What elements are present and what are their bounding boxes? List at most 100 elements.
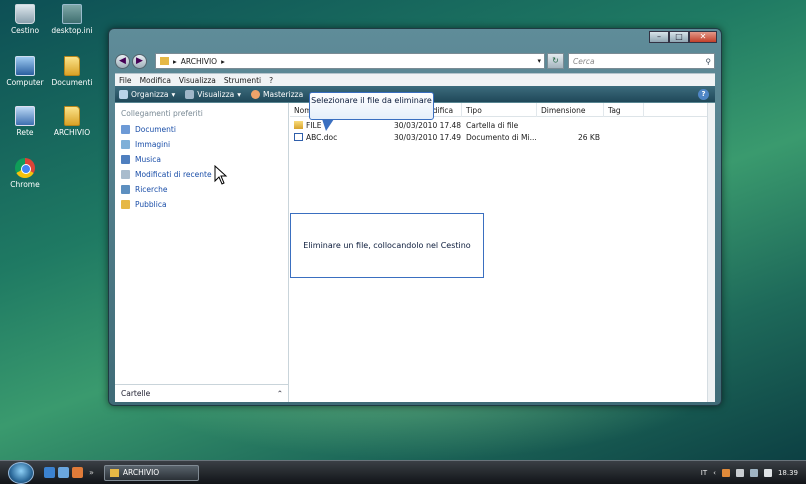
show-desktop-icon[interactable] [58, 467, 69, 478]
quick-launch [44, 467, 86, 478]
folder-icon [64, 106, 80, 126]
search-icon[interactable]: ⚲ [706, 57, 712, 66]
address-separator: ▸ [173, 56, 177, 66]
search-input[interactable]: Cerca ⚲ [568, 53, 715, 69]
tray-app-icon[interactable] [735, 468, 744, 477]
address-segment-archivio[interactable]: ARCHIVIO [181, 57, 217, 66]
start-button[interactable] [8, 461, 34, 484]
address-bar[interactable]: ▸ ARCHIVIO ▸ ▾ [155, 53, 545, 69]
navigation-pane: Collegamenti preferiti Documenti Immagin… [115, 103, 289, 402]
address-segment-chevron[interactable]: ▸ [221, 57, 225, 66]
documents-icon [121, 125, 130, 134]
quick-launch-more[interactable]: » [89, 468, 94, 477]
nav-item-label: Documenti [135, 125, 176, 134]
file-name: ABC.doc [306, 132, 338, 142]
organize-label: Organizza [131, 89, 169, 99]
forward-button[interactable]: ▶ [132, 53, 147, 69]
volume-icon[interactable] [763, 468, 772, 477]
column-header-tag[interactable]: Tag [604, 103, 644, 117]
desktop-icon-desktop-ini[interactable]: desktop.ini [47, 4, 97, 35]
chevron-down-icon: ▾ [171, 89, 176, 99]
chevron-down-icon[interactable]: ▾ [537, 57, 541, 65]
network-tray-icon[interactable] [749, 468, 758, 477]
network-icon [15, 106, 35, 126]
menu-modifica[interactable]: Modifica [140, 76, 171, 85]
views-button[interactable]: Visualizza ▾ [185, 89, 242, 99]
desktop-icon-documenti[interactable]: Documenti [47, 56, 97, 87]
nav-item-label: Modificati di recente [135, 170, 212, 179]
media-player-icon[interactable] [72, 467, 83, 478]
column-header-size[interactable]: Dimensione [537, 103, 604, 117]
folder-icon [294, 120, 303, 129]
music-icon [121, 155, 130, 164]
file-date: 30/03/2010 17.48 [394, 120, 462, 130]
file-name-cell: FILE [290, 120, 390, 130]
system-tray: IT ‹ 18.39 [695, 468, 806, 477]
tray-expand-icon[interactable]: ‹ [713, 469, 716, 477]
nav-item-musica[interactable]: Musica [115, 152, 288, 167]
desktop-icon-label: Rete [16, 128, 34, 137]
menu-bar: File Modifica Visualizza Strumenti ? [115, 73, 715, 86]
organize-icon [119, 89, 128, 99]
menu-strumenti[interactable]: Strumenti [224, 76, 261, 85]
chevron-down-icon: ▾ [237, 89, 242, 99]
help-icon[interactable]: ? [698, 88, 709, 100]
desktop-icon-label: Documenti [51, 78, 93, 87]
computer-icon [15, 56, 35, 76]
close-button[interactable]: ✕ [689, 31, 717, 43]
desktop-icon-rete[interactable]: Rete [0, 106, 50, 137]
file-row[interactable]: FILE 30/03/2010 17.48 Cartella di file [290, 119, 707, 131]
nav-item-label: Immagini [135, 140, 171, 149]
nav-item-ricerche[interactable]: Ricerche [115, 182, 288, 197]
desktop-icon-label: Cestino [10, 26, 40, 35]
folders-label: Cartelle [121, 389, 151, 398]
tray-app-icon[interactable] [721, 468, 730, 477]
desktop-icon-chrome[interactable]: Chrome [0, 158, 50, 189]
file-row[interactable]: ABC.doc 30/03/2010 17.49 Documento di Mi… [290, 131, 707, 143]
recycle-bin-icon [15, 4, 35, 24]
refresh-button[interactable]: ↻ [547, 53, 564, 69]
desktop-icon-computer[interactable]: Computer [0, 56, 50, 87]
refresh-icon: ↻ [552, 56, 559, 65]
menu-file[interactable]: File [119, 76, 132, 85]
pictures-icon [121, 140, 130, 149]
clock[interactable]: 18.39 [778, 469, 798, 477]
taskbar-item-label: ARCHIVIO [122, 468, 160, 477]
nav-item-pubblica[interactable]: Pubblica [115, 197, 288, 212]
vertical-scrollbar[interactable] [707, 103, 715, 402]
desktop-icon-label: ARCHIVIO [53, 128, 91, 137]
chrome-icon [15, 158, 35, 178]
views-label: Visualizza [197, 89, 235, 99]
tooltip-pointer [322, 119, 334, 131]
maximize-button[interactable]: □ [669, 31, 689, 43]
back-button[interactable]: ◀ [115, 53, 130, 69]
search-placeholder: Cerca [573, 56, 595, 66]
language-indicator[interactable]: IT [701, 469, 707, 477]
mouse-cursor-icon [214, 165, 228, 185]
views-icon [185, 89, 195, 99]
tutorial-callout: Eliminare un file, collocandolo nel Cest… [290, 213, 484, 278]
menu-visualizza[interactable]: Visualizza [179, 76, 216, 85]
minimize-button[interactable]: – [649, 31, 669, 43]
file-name: FILE [306, 120, 322, 130]
folder-icon [64, 56, 80, 76]
taskbar-item-archivio[interactable]: ARCHIVIO [103, 464, 199, 481]
internet-explorer-icon[interactable] [44, 467, 55, 478]
nav-item-documenti[interactable]: Documenti [115, 122, 288, 137]
file-date: 30/03/2010 17.49 [394, 132, 462, 142]
folder-icon [160, 57, 169, 65]
desktop-icon-cestino[interactable]: Cestino [0, 4, 50, 35]
nav-item-immagini[interactable]: Immagini [115, 137, 288, 152]
nav-item-modificati-di-recente[interactable]: Modificati di recente [115, 167, 288, 182]
organize-button[interactable]: Organizza ▾ [119, 89, 176, 99]
searches-icon [121, 185, 130, 194]
burn-button[interactable]: Masterizza [251, 89, 304, 99]
column-header-type[interactable]: Tipo [462, 103, 537, 117]
nav-item-label: Pubblica [135, 200, 167, 209]
desktop-icon-archivio[interactable]: ARCHIVIO [47, 106, 97, 137]
folders-toggle[interactable]: Cartelle ⌃ [115, 384, 289, 402]
recent-icon [121, 170, 130, 179]
file-size: 26 KB [578, 132, 600, 142]
menu-help[interactable]: ? [269, 76, 273, 85]
burn-label: Masterizza [263, 89, 304, 99]
